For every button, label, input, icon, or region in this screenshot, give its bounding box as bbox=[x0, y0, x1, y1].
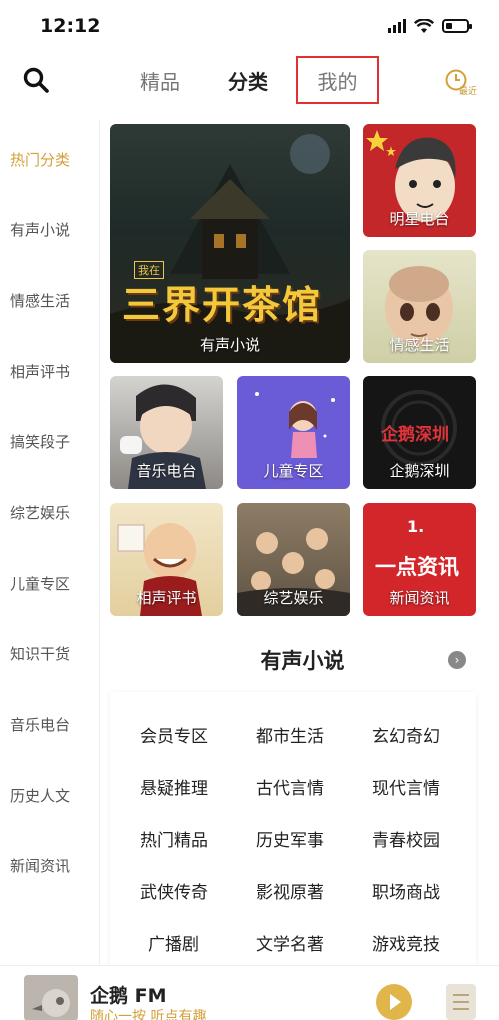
tile-star-radio[interactable]: 明星电台 bbox=[363, 124, 476, 237]
sidebar-item-kids[interactable]: 儿童专区 bbox=[10, 573, 70, 594]
sidebar-item-audio-novel[interactable]: 有声小说 bbox=[10, 219, 70, 240]
tile-kids[interactable]: 儿童专区 bbox=[237, 376, 350, 489]
sidebar-item-emotion[interactable]: 情感生活 bbox=[10, 290, 70, 311]
wifi-icon bbox=[414, 18, 434, 33]
tile-audio-novel-featured[interactable]: 我在 三界开茶馆 有声小说 bbox=[110, 124, 350, 363]
sidebar-item-crosstalk[interactable]: 相声评书 bbox=[10, 361, 70, 382]
recent-label: 最近 bbox=[459, 87, 478, 97]
category-item[interactable]: 游戏竞技 bbox=[372, 930, 440, 955]
tile-label: 儿童专区 bbox=[263, 462, 324, 480]
nav-tabs: 精品 分类 我的 bbox=[120, 52, 400, 108]
tile-music-radio[interactable]: 音乐电台 bbox=[110, 376, 223, 489]
player-cover bbox=[24, 975, 78, 1020]
tile-label: 企鹅深圳 bbox=[389, 462, 450, 480]
section-title: 有声小说 bbox=[260, 649, 345, 673]
status-time: 12:12 bbox=[40, 15, 101, 37]
sidebar-item-music[interactable]: 音乐电台 bbox=[10, 714, 70, 735]
sidebar-item-knowledge[interactable]: 知识干货 bbox=[10, 643, 70, 664]
tile-label: 有声小说 bbox=[199, 336, 260, 354]
cellular-signal-icon bbox=[388, 19, 406, 33]
chevron-right-icon: › bbox=[454, 653, 460, 667]
sidebar-item-news[interactable]: 新闻资讯 bbox=[10, 855, 70, 876]
tile-label: 音乐电台 bbox=[136, 462, 197, 480]
status-bar: 12:12 bbox=[0, 0, 499, 52]
tab-jingpin[interactable]: 精品 bbox=[140, 66, 180, 95]
category-item[interactable]: 玄幻奇幻 bbox=[372, 722, 440, 747]
tile-label: 相声评书 bbox=[136, 589, 197, 607]
category-item[interactable]: 热门精品 bbox=[140, 826, 208, 851]
player-title: 企鹅 FM bbox=[90, 985, 167, 1007]
tile-crosstalk[interactable]: 相声评书 bbox=[110, 503, 223, 616]
sidebar-item-variety[interactable]: 综艺娱乐 bbox=[10, 502, 70, 523]
search-icon bbox=[23, 67, 49, 93]
search-button[interactable] bbox=[22, 66, 50, 94]
top-nav: 精品 分类 我的 最近 bbox=[0, 52, 499, 108]
tab-fenlei[interactable]: 分类 bbox=[228, 66, 268, 95]
mini-player[interactable]: 企鹅 FM 随心一按 听点有趣 bbox=[0, 965, 499, 1020]
status-icons bbox=[388, 18, 472, 34]
penguin-logo-icon bbox=[32, 989, 70, 1017]
category-item[interactable]: 会员专区 bbox=[140, 722, 208, 747]
category-item[interactable]: 广播剧 bbox=[148, 930, 199, 955]
sidebar-item-jokes[interactable]: 搞笑段子 bbox=[10, 431, 70, 452]
tile-qie-shenzhen[interactable]: 企鹅深圳 企鹅深圳 bbox=[363, 376, 476, 489]
category-item[interactable]: 历史军事 bbox=[256, 826, 324, 851]
category-item[interactable]: 青春校园 bbox=[372, 826, 440, 851]
tile-emotion[interactable]: 情感生活 bbox=[363, 250, 476, 363]
category-item[interactable]: 悬疑推理 bbox=[140, 774, 208, 799]
play-button[interactable] bbox=[376, 984, 412, 1020]
playlist-button[interactable] bbox=[446, 984, 476, 1020]
sidebar-item-hot[interactable]: 热门分类 bbox=[10, 149, 70, 170]
sidebar-item-history[interactable]: 历史人文 bbox=[10, 785, 70, 806]
category-item[interactable]: 影视原著 bbox=[256, 878, 324, 903]
tile-label: 明星电台 bbox=[389, 210, 450, 228]
tab-wode[interactable]: 我的 bbox=[296, 56, 379, 104]
category-item[interactable]: 武侠传奇 bbox=[140, 878, 208, 903]
battery-icon bbox=[442, 19, 472, 33]
poster-title: 三界开茶馆 bbox=[122, 282, 323, 327]
yidian-logo-num: 1. bbox=[407, 517, 425, 536]
player-subtitle: 随心一按 听点有趣 bbox=[90, 1009, 207, 1020]
section-more-button[interactable]: › bbox=[448, 651, 466, 669]
category-sidebar: 热门分类 有声小说 情感生活 相声评书 搞笑段子 综艺娱乐 儿童专区 知识干货 … bbox=[0, 120, 100, 965]
qie-logo-text: 企鹅深圳 bbox=[381, 425, 449, 445]
tile-label: 新闻资讯 bbox=[389, 589, 450, 607]
yidian-logo-text: 一点资讯 bbox=[375, 555, 459, 579]
category-item[interactable]: 都市生活 bbox=[256, 722, 324, 747]
category-item[interactable]: 现代言情 bbox=[372, 774, 440, 799]
tile-label: 综艺娱乐 bbox=[263, 589, 324, 607]
category-item[interactable]: 职场商战 bbox=[372, 878, 440, 903]
category-item[interactable]: 文学名著 bbox=[256, 930, 324, 955]
tile-variety[interactable]: 综艺娱乐 bbox=[237, 503, 350, 616]
tile-news[interactable]: 1. 一点资讯 新闻资讯 bbox=[363, 503, 476, 616]
tab-wode-label: 我的 bbox=[317, 69, 358, 94]
tile-label: 情感生活 bbox=[389, 336, 450, 354]
category-item[interactable]: 古代言情 bbox=[256, 774, 324, 799]
category-panel: 会员专区 都市生活 玄幻奇幻 悬疑推理 古代言情 现代言情 热门精品 历史军事 … bbox=[110, 692, 476, 967]
